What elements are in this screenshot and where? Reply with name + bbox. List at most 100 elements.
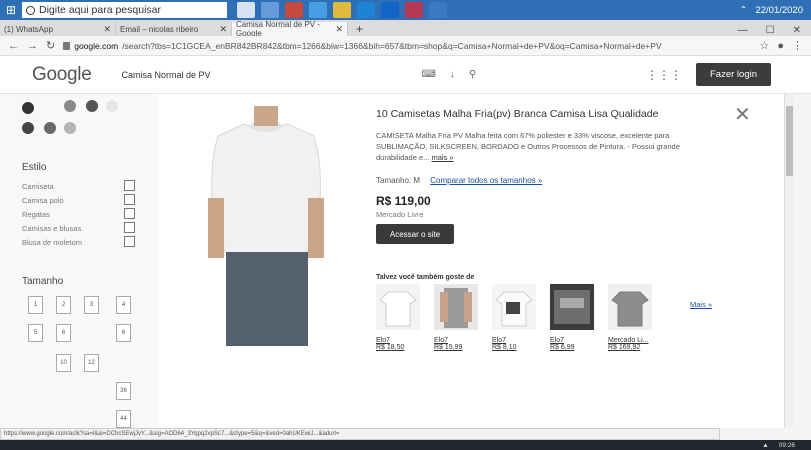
mail-icon[interactable] [381,2,399,18]
visit-site-button[interactable]: Acessar o site [376,224,454,244]
related-image[interactable] [608,284,652,330]
close-window-icon[interactable]: ✕ [793,25,801,36]
login-button[interactable]: Fazer login [696,63,771,86]
search-icon[interactable]: ⚲ [469,69,476,80]
style-option[interactable]: Camisa polo [22,196,64,205]
close-icon[interactable]: ✕ [734,102,751,127]
reload-icon[interactable]: ↻ [46,39,55,52]
related-store[interactable]: Elo7 [376,337,420,344]
style-option[interactable]: Camisas e blusas [22,224,81,233]
more-link[interactable]: mais » [431,153,453,162]
size-option[interactable]: 2 [56,296,71,314]
maximize-icon[interactable]: ☐ [766,25,775,36]
tab-label: (1) WhatsApp [4,24,53,34]
related-price[interactable]: R$ 6,99 [550,344,594,351]
color-swatch[interactable] [106,100,118,112]
page-scrollbar[interactable] [784,94,794,428]
style-checkbox[interactable] [124,208,135,219]
store-icon[interactable] [357,2,375,18]
style-option[interactable]: Blusa de moletom [22,238,82,247]
office-icon[interactable] [405,2,423,18]
close-tab-icon[interactable]: ✕ [219,24,227,35]
tab-whatsapp[interactable]: (1) WhatsApp ✕ [0,22,116,36]
screen: ⊞ Digite aqui para pesquisar ⌃ 22/01/202… [0,0,811,450]
network-icon[interactable]: ⌃ [739,5,747,16]
forward-icon[interactable]: → [27,40,38,52]
related-item[interactable]: Elo7 R$ 6,99 [550,284,594,351]
related-store[interactable]: Elo7 [550,337,594,344]
windows-start-icon[interactable]: ⊞ [0,0,22,20]
scroll-thumb[interactable] [786,106,793,176]
apps-grid-icon[interactable]: ⋮⋮⋮ [646,68,682,82]
menu-icon[interactable]: ⋮ [792,39,803,52]
style-checkbox[interactable] [124,222,135,233]
compare-sizes-link[interactable]: Comparar todos os tamanhos » [430,176,542,185]
notification-icon[interactable]: ▲ [762,442,768,449]
related-item[interactable]: Mercado Li... R$ 169,92 [608,284,652,351]
tab-google-shopping[interactable]: Camisa Normal de PV - Google ✕ [232,20,348,38]
style-checkbox[interactable] [124,180,135,191]
taskbar-date: 22/01/2020 [755,4,803,16]
related-store[interactable]: Elo7 [434,337,478,344]
task-view-icon[interactable] [261,2,279,18]
size-option[interactable]: 44 [116,410,131,428]
star-icon[interactable]: ☆ [759,39,769,52]
color-swatch[interactable] [64,122,76,134]
windows-search-box[interactable]: Digite aqui para pesquisar [22,2,227,18]
new-tab-icon[interactable]: + [348,22,371,36]
product-title[interactable]: 10 Camisetas Malha Fria(pv) Branca Camis… [376,108,658,120]
style-checkbox[interactable] [124,194,135,205]
product-image[interactable] [182,102,350,346]
style-checkbox[interactable] [124,236,135,247]
related-more-link[interactable]: Mais » [690,300,712,309]
close-tab-icon[interactable]: ✕ [335,24,343,35]
size-option[interactable]: 3 [84,296,99,314]
related-price[interactable]: R$ 15,99 [434,344,478,351]
microphone-icon[interactable] [237,2,255,18]
taskbar-apps [237,2,447,18]
style-option[interactable]: Regatas [22,210,50,219]
size-option[interactable]: 6 [116,324,131,342]
folder-icon[interactable] [333,2,351,18]
size-option[interactable]: 10 [56,354,71,372]
related-price[interactable]: R$ 169,92 [608,344,652,351]
close-tab-icon[interactable]: ✕ [103,24,111,35]
related-store[interactable]: Elo7 [492,337,536,344]
word-icon[interactable] [429,2,447,18]
size-option[interactable]: 36 [116,382,131,400]
color-swatch[interactable] [22,122,34,134]
size-filter-title: Tamanho [22,276,64,287]
related-item[interactable]: Elo7 R$ 15,99 [434,284,478,351]
color-swatch[interactable] [44,122,56,134]
edge-icon[interactable] [309,2,327,18]
profile-icon[interactable]: ● [777,40,784,52]
chrome-icon[interactable] [285,2,303,18]
style-option[interactable]: Camiseta [22,182,54,191]
related-item[interactable]: Elo7 R$ 8,10 [492,284,536,351]
color-swatch[interactable] [22,102,34,114]
related-image[interactable] [550,284,594,330]
related-image[interactable] [434,284,478,330]
related-item[interactable]: Elo7 R$ 18,50 [376,284,420,351]
url-field[interactable]: google.com /search?tbs=1C1GCEA_enBR842BR… [63,38,751,53]
microphone-icon[interactable]: ↓ [450,69,455,80]
related-image[interactable] [492,284,536,330]
size-option[interactable]: 6 [56,324,71,342]
search-query[interactable]: Camisa Normal de PV [121,70,331,80]
minimize-icon[interactable]: — [738,25,748,36]
google-logo[interactable]: Google [32,64,92,86]
related-price[interactable]: R$ 18,50 [376,344,420,351]
related-price[interactable]: R$ 8,10 [492,344,536,351]
color-swatch[interactable] [64,100,76,112]
color-swatch[interactable] [86,100,98,112]
size-option[interactable]: 4 [116,296,131,314]
size-option[interactable]: 5 [28,324,43,342]
size-option[interactable]: 12 [84,354,99,372]
windows-search-placeholder: Digite aqui para pesquisar [39,4,161,16]
related-store[interactable]: Mercado Li... [608,337,652,344]
back-icon[interactable]: ← [8,40,19,52]
tab-email[interactable]: Email – nicolas ribeiro ✕ [116,22,232,36]
keyboard-icon[interactable]: ⌨ [421,69,435,80]
size-option[interactable]: 1 [28,296,43,314]
related-image[interactable] [376,284,420,330]
